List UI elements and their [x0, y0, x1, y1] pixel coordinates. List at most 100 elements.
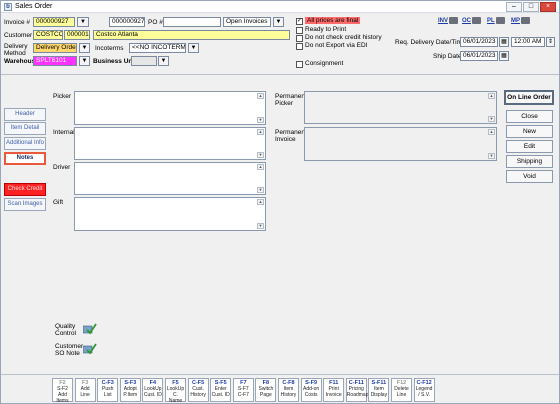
fkey-c-f8[interactable]: C-F8 Item History — [278, 378, 299, 402]
picker-note-textarea[interactable]: ▲ ▼ — [74, 91, 266, 125]
po-field[interactable] — [163, 17, 221, 27]
shipping-button[interactable]: Shipping — [506, 155, 553, 168]
customer-number-field[interactable]: 000001 — [64, 30, 90, 40]
delivery-method-dropdown[interactable]: ▼ — [79, 43, 90, 53]
fkey-s-f3[interactable]: S-F3 Adopt P.Item — [119, 378, 141, 402]
quality-control-icon[interactable] — [83, 323, 97, 335]
gift-note-textarea[interactable]: ▲ ▼ — [74, 197, 266, 231]
sidebar-item-header[interactable]: Header — [4, 108, 46, 121]
customer-so-note-icon[interactable] — [83, 343, 97, 355]
scroll-up-icon[interactable]: ▲ — [257, 93, 264, 99]
print-mp-button[interactable]: MP — [511, 17, 530, 27]
no-edi-export-checkbox[interactable] — [296, 43, 303, 50]
warehouse-field[interactable]: SPLT6101 — [33, 56, 77, 66]
scroll-down-icon[interactable]: ▼ — [257, 187, 264, 193]
scroll-up-icon[interactable]: ▲ — [257, 129, 264, 135]
driver-note-textarea[interactable]: ▲ ▼ — [74, 162, 266, 195]
all-prices-final-checkbox[interactable]: ✓ — [296, 18, 303, 25]
scroll-down-icon[interactable]: ▼ — [257, 223, 264, 229]
fkey-f5[interactable]: F5 LookUp C. Name — [165, 378, 186, 404]
fkey-f3[interactable]: F3 Add Line — [74, 378, 96, 402]
delivery-method-field[interactable]: Delivery Order — [33, 43, 77, 53]
no-credit-check-checkbox[interactable] — [296, 35, 303, 42]
fkey-desc-label: Line — [396, 392, 407, 398]
invoice-dropdown[interactable]: ▼ — [77, 17, 89, 27]
invoice-copy-field[interactable]: 000000927 — [109, 17, 145, 27]
fkey-c-f5[interactable]: C-F5 Cust. History — [187, 378, 209, 402]
invoice-label: Invoice # — [4, 19, 31, 26]
fkey-f7[interactable]: F7 S-F7 C-F7 — [232, 378, 254, 402]
status-field[interactable]: Open Invoices — [223, 17, 271, 27]
fkey-desc-label: Roadmap — [346, 392, 369, 398]
scan-images-button[interactable]: Scan Images — [4, 198, 46, 211]
ship-date-field[interactable]: 06/01/2023 — [460, 51, 498, 61]
online-order-button[interactable]: On Line Order — [504, 90, 554, 105]
calendar-icon[interactable]: ▦ — [499, 51, 509, 61]
business-unit-dropdown[interactable]: ▼ — [158, 56, 169, 66]
status-dropdown[interactable]: ▼ — [273, 17, 284, 27]
check-credit-button[interactable]: Check Credit — [4, 183, 46, 196]
permanent-invoice-textarea[interactable]: ▲ ▼ — [304, 127, 497, 161]
scroll-down-icon[interactable]: ▼ — [488, 153, 495, 159]
consignment-checkbox[interactable] — [296, 61, 303, 68]
fkey-f4[interactable]: F4 LookUp Cust. ID — [142, 378, 164, 402]
fkey-s-f11[interactable]: S-F11 Item Display — [368, 378, 390, 402]
sidebar-item-additional-info[interactable]: Additional Info — [4, 137, 46, 150]
printer-icon — [472, 17, 481, 24]
fkey-f8[interactable]: F8 Switch Page — [255, 378, 277, 402]
fkey-s-f5[interactable]: S-F5 Enter Cust. ID — [210, 378, 232, 402]
permanent-picker-textarea[interactable]: ▲ ▼ — [304, 91, 497, 124]
quality-label-2: Control — [55, 330, 76, 337]
all-prices-final-label: All prices are final — [305, 17, 361, 24]
req-delivery-date-field[interactable]: 06/01/2023 — [460, 37, 498, 47]
fkey-c-f12[interactable]: C-F12 Legend / S.V. — [413, 378, 435, 402]
warehouse-dropdown[interactable]: ▼ — [79, 56, 90, 66]
ship-date-label: Ship Date — [433, 53, 462, 60]
fkey-desc-label: Display — [370, 392, 388, 398]
scroll-up-icon[interactable]: ▲ — [257, 199, 264, 205]
print-invoice-button[interactable]: INV — [438, 17, 459, 27]
print-oc-button[interactable]: OC — [462, 17, 481, 27]
scroll-down-icon[interactable]: ▼ — [257, 152, 264, 158]
sales-order-window: b Sales Order – □ × Invoice # 000000927 … — [0, 0, 560, 404]
close-button[interactable]: Close — [506, 110, 553, 123]
business-unit-label: Business Unit — [93, 58, 137, 65]
no-edi-export-label: Do not Export via EDI — [305, 42, 368, 49]
print-pl-button[interactable]: PL — [487, 17, 505, 27]
quality-label-1: Quality — [55, 323, 76, 330]
fkey-f12[interactable]: F12 Delete Line — [391, 378, 412, 402]
sidebar-item-item-detail[interactable]: Item Detail — [4, 122, 46, 135]
new-button[interactable]: New — [506, 125, 553, 138]
method-label: Method — [4, 50, 26, 57]
footer-divider — [1, 374, 559, 375]
void-button[interactable]: Void — [506, 170, 553, 183]
incoterms-field[interactable]: <<NO INCOTERMS>> — [129, 43, 186, 53]
scroll-down-icon[interactable]: ▼ — [257, 117, 264, 123]
edit-button[interactable]: Edit — [506, 140, 553, 153]
minimize-button[interactable]: – — [506, 2, 522, 12]
fkey-c-f11[interactable]: C-F11 Pricing Roadmap — [345, 378, 369, 402]
internal-note-textarea[interactable]: ▲ ▼ — [74, 127, 266, 160]
scroll-down-icon[interactable]: ▼ — [488, 116, 495, 122]
calendar-icon[interactable]: ▦ — [499, 37, 509, 47]
scroll-up-icon[interactable]: ▲ — [488, 93, 495, 99]
fkey-f11[interactable]: F11 Print Invoice — [323, 378, 345, 402]
fkey-s-f9[interactable]: S-F9 Add-on Costs — [300, 378, 322, 402]
scroll-up-icon[interactable]: ▲ — [257, 164, 264, 170]
business-unit-field[interactable] — [131, 56, 157, 66]
time-spinner[interactable]: ⇕ — [546, 37, 555, 47]
customer-name-field[interactable]: Costco Atlanta — [93, 30, 290, 40]
sidebar-item-notes[interactable]: Notes — [4, 152, 46, 165]
ready-to-print-checkbox[interactable] — [296, 27, 303, 34]
close-window-button[interactable]: × — [540, 2, 556, 12]
customer-code-field[interactable]: COSTCO — [33, 30, 63, 40]
fkey-c-f3[interactable]: C-F3 Push List — [97, 378, 119, 402]
req-delivery-time-field[interactable]: 12:00 AM — [511, 37, 545, 47]
incoterms-dropdown[interactable]: ▼ — [188, 43, 199, 53]
maximize-button[interactable]: □ — [523, 2, 539, 12]
fkey-desc-label: Invoice — [325, 392, 342, 398]
printer-icon — [449, 17, 459, 24]
invoice-number-field[interactable]: 000000927 — [33, 17, 75, 27]
fkey-f2[interactable]: F2 S-F2 Add Items — [52, 378, 73, 404]
scroll-up-icon[interactable]: ▲ — [488, 129, 495, 135]
